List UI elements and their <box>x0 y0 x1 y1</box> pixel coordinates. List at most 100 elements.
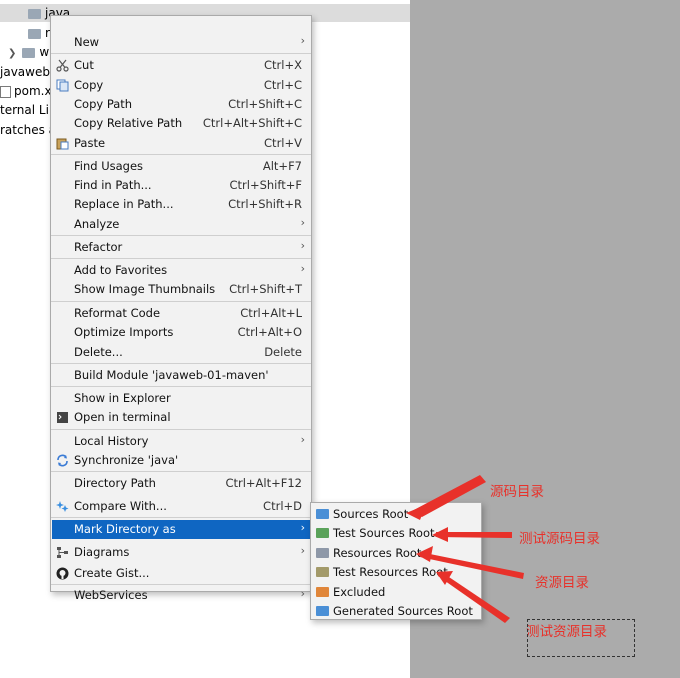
annotation-resource-dir: 资源目录 <box>535 575 589 591</box>
chevron-right-icon: › <box>300 521 305 534</box>
tree-item-scratches[interactable]: ratches a <box>0 121 56 139</box>
menu-separator <box>51 517 311 518</box>
mark-directory-submenu: Sources Root Test Sources Root Resources R… <box>310 502 482 620</box>
menu-item-shortcut: Ctrl+Alt+L <box>240 306 302 320</box>
menu-item-label: Replace in Path... <box>74 197 174 211</box>
menu-separator <box>51 386 311 387</box>
menu-item-delete[interactable]: Delete... Delete <box>52 343 310 362</box>
chevron-right-icon: › <box>300 239 305 252</box>
menu-item-add-to-favorites[interactable]: Add to Favorites › <box>52 261 310 280</box>
folder-icon <box>316 528 329 539</box>
submenu-item-label: Excluded <box>333 584 386 599</box>
folder-icon <box>28 8 41 19</box>
submenu-item-test-resources-root[interactable]: Test Resources Root <box>312 563 480 582</box>
chevron-right-icon: › <box>300 216 305 229</box>
submenu-item-resources-root[interactable]: Resources Root <box>312 544 480 563</box>
tree-label: ternal Lib <box>0 103 57 117</box>
menu-item-shortcut: Ctrl+V <box>264 136 302 150</box>
menu-separator <box>51 363 311 364</box>
menu-item-shortcut: Ctrl+X <box>264 58 302 72</box>
submenu-item-excluded[interactable]: Excluded <box>312 583 480 602</box>
menu-item-analyze[interactable]: Analyze › <box>52 215 310 234</box>
sync-icon <box>56 454 69 467</box>
menu-item-webservices[interactable]: WebServices › <box>52 586 310 605</box>
menu-item-compare-with[interactable]: Compare With... Ctrl+D <box>52 497 310 516</box>
menu-item-find-usages[interactable]: Find Usages Alt+F7 <box>52 157 310 176</box>
menu-item-label: Diagrams <box>74 545 130 559</box>
menu-item-label: Copy <box>74 78 104 92</box>
submenu-item-generated-sources-root[interactable]: Generated Sources Root <box>312 602 480 621</box>
menu-item-copy[interactable]: Copy Ctrl+C <box>52 76 310 95</box>
folder-icon <box>22 47 36 58</box>
menu-item-copy-path[interactable]: Copy Path Ctrl+Shift+C <box>52 95 310 114</box>
menu-item-label: Cut <box>74 58 94 72</box>
menu-item-find-in-path[interactable]: Find in Path... Ctrl+Shift+F <box>52 176 310 195</box>
menu-item-build-module-javaweb-01-maven[interactable]: Build Module 'javaweb-01-maven' <box>52 366 310 385</box>
menu-item-local-history[interactable]: Local History › <box>52 432 310 451</box>
submenu-item-label: Sources Root <box>333 507 409 521</box>
menu-separator <box>51 471 311 472</box>
chevron-right-icon[interactable]: ❯ <box>8 45 16 63</box>
chevron-right-icon: › <box>300 262 305 275</box>
menu-item-copy-relative-path[interactable]: Copy Relative Path Ctrl+Alt+Shift+C <box>52 114 310 133</box>
menu-item-show-in-explorer[interactable]: Show in Explorer <box>52 389 310 408</box>
folder-icon <box>316 586 329 597</box>
menu-item-label: Compare With... <box>74 499 167 513</box>
menu-item-create-gist[interactable]: Create Gist... <box>52 564 310 583</box>
menu-item-synchronize-java[interactable]: Synchronize 'java' <box>52 451 310 470</box>
copy-icon <box>56 79 69 92</box>
menu-item-label: Mark Directory as <box>74 522 176 536</box>
menu-item-diagrams[interactable]: Diagrams › <box>52 543 310 562</box>
menu-separator <box>51 584 311 585</box>
submenu-item-label: Test Resources Root <box>333 565 448 580</box>
file-icon <box>0 85 11 98</box>
terminal-icon <box>56 411 69 424</box>
menu-item-label: Find in Path... <box>74 178 152 192</box>
menu-item-replace-in-path[interactable]: Replace in Path... Ctrl+Shift+R <box>52 195 310 214</box>
tree-item-webapp[interactable]: ❯ w <box>8 43 49 61</box>
menu-item-shortcut: Ctrl+Alt+F12 <box>225 476 302 490</box>
menu-item-shortcut: Ctrl+Shift+F <box>229 178 303 192</box>
tree-label: w <box>39 45 50 59</box>
paste-icon <box>56 137 69 150</box>
menu-item-refactor[interactable]: Refactor › <box>52 238 310 257</box>
tree-item-iml[interactable]: javaweb <box>0 63 50 81</box>
folder-icon <box>316 509 329 519</box>
menu-item-shortcut: Ctrl+C <box>263 78 302 92</box>
menu-item-show-image-thumbnails[interactable]: Show Image Thumbnails Ctrl+Shift+T <box>52 280 310 299</box>
menu-item-paste[interactable]: Paste Ctrl+V <box>52 134 310 153</box>
menu-separator <box>51 258 311 259</box>
submenu-item-test-sources-root[interactable]: Test Sources Root <box>312 524 480 543</box>
folder-icon <box>316 547 329 558</box>
tree-item-external-libraries[interactable]: ternal Lib <box>0 101 57 119</box>
menu-item-label: Open in terminal <box>74 410 171 424</box>
menu-item-new[interactable]: New › <box>52 33 310 52</box>
menu-separator <box>51 429 311 430</box>
chevron-right-icon: › <box>300 433 305 446</box>
menu-item-shortcut: Ctrl+Alt+Shift+C <box>202 116 302 130</box>
menu-item-label: Reformat Code <box>74 306 161 320</box>
menu-item-open-in-terminal[interactable]: Open in terminal <box>52 408 310 427</box>
chevron-right-icon: › <box>300 587 305 600</box>
menu-item-label: Directory Path <box>74 476 156 490</box>
menu-item-label: New <box>74 35 100 49</box>
menu-item-reformat-code[interactable]: Reformat Code Ctrl+Alt+L <box>52 304 310 323</box>
menu-item-shortcut: Alt+F7 <box>262 159 302 173</box>
menu-separator <box>51 235 311 236</box>
menu-item-mark-directory-as[interactable]: Mark Directory as › <box>52 520 310 539</box>
submenu-item-sources-root[interactable]: Sources Root <box>312 505 480 524</box>
menu-separator <box>51 154 311 155</box>
menu-item-shortcut: Delete <box>264 345 302 359</box>
folder-icon <box>316 567 329 578</box>
annotation-dashed-box <box>527 619 635 657</box>
menu-item-label: Find Usages <box>74 159 144 173</box>
menu-item-label: Build Module 'javaweb-01-maven' <box>74 368 269 382</box>
menu-item-optimize-imports[interactable]: Optimize Imports Ctrl+Alt+O <box>52 323 310 342</box>
annotation-test-source-dir: 测试源码目录 <box>519 531 600 547</box>
menu-item-label: Local History <box>74 434 149 448</box>
menu-item-directory-path[interactable]: Directory Path Ctrl+Alt+F12 <box>52 474 310 493</box>
menu-item-shortcut: Ctrl+Alt+O <box>237 325 302 339</box>
submenu-item-label: Test Sources Root <box>333 526 435 541</box>
tree-label: javaweb <box>0 65 50 79</box>
menu-item-cut[interactable]: Cut Ctrl+X <box>52 56 310 75</box>
